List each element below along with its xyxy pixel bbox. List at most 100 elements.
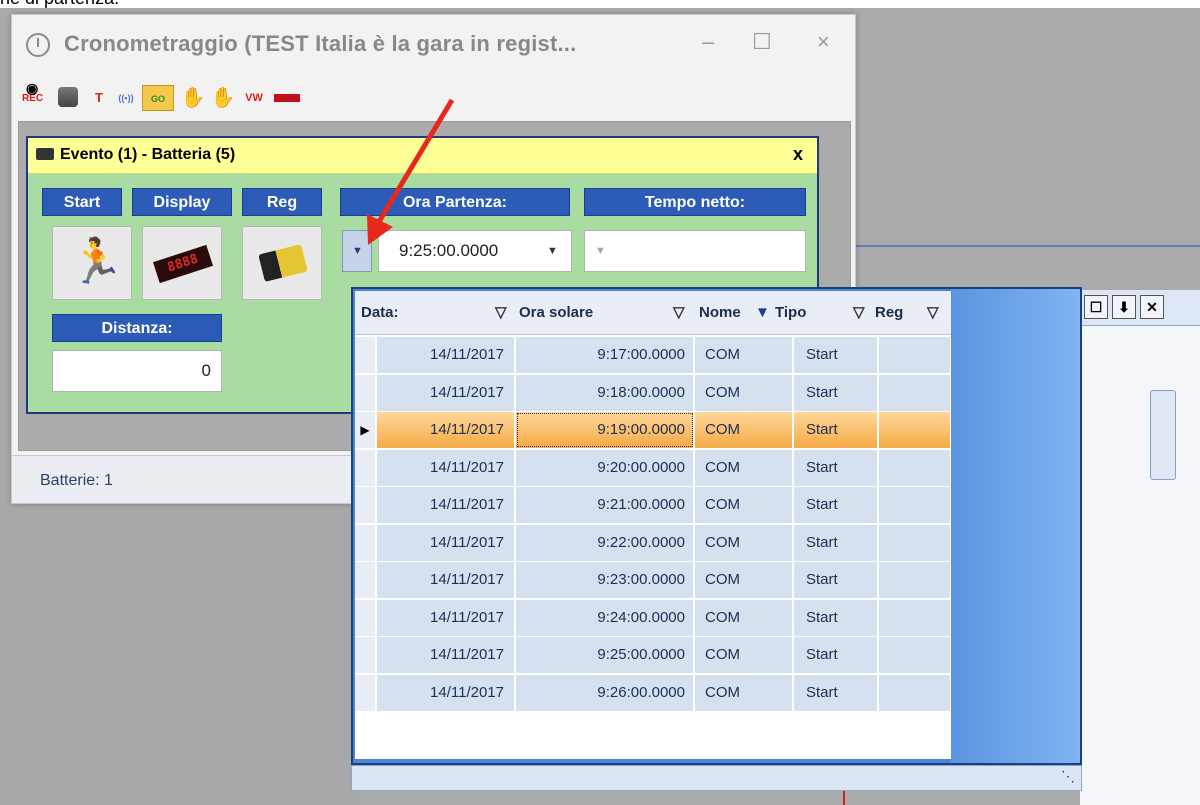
camera-go-button[interactable]: GO: [142, 85, 174, 111]
column-reg[interactable]: Reg: [875, 291, 903, 335]
column-tipo[interactable]: Tipo: [775, 291, 806, 335]
cell-nome[interactable]: COM: [695, 524, 793, 561]
cell-tipo[interactable]: Start: [794, 412, 878, 448]
row-indicator[interactable]: [355, 487, 375, 523]
cell-ora[interactable]: 9:21:00.0000: [516, 487, 694, 523]
cell-tipo[interactable]: Start: [794, 337, 878, 373]
start-button[interactable]: 🏃: [52, 226, 132, 300]
cell-reg[interactable]: [879, 637, 951, 673]
row-indicator[interactable]: [355, 337, 375, 373]
vw-button[interactable]: VW: [240, 85, 268, 111]
cell-ora[interactable]: 9:20:00.0000: [516, 449, 694, 486]
column-data[interactable]: Data:: [361, 291, 399, 335]
cell-data[interactable]: 14/11/2017: [377, 449, 515, 486]
cell-ora[interactable]: 9:19:00.0000: [516, 412, 694, 448]
table-row[interactable]: 14/11/2017 9:18:00.0000 COM Start: [355, 373, 951, 413]
distanza-field[interactable]: 0: [52, 350, 222, 392]
cell-tipo[interactable]: Start: [794, 674, 878, 711]
cell-data[interactable]: 14/11/2017: [377, 599, 515, 636]
cell-ora[interactable]: 9:18:00.0000: [516, 374, 694, 411]
event-titlebar[interactable]: Evento (1) - Batteria (5) x: [28, 138, 817, 174]
green-hand-button[interactable]: ✋: [180, 85, 206, 111]
cell-ora[interactable]: 9:26:00.0000: [516, 674, 694, 711]
cell-data[interactable]: 14/11/2017: [377, 562, 515, 598]
cell-nome[interactable]: COM: [695, 374, 793, 411]
cell-reg[interactable]: [879, 449, 951, 486]
row-indicator[interactable]: ▶: [355, 412, 375, 448]
panel-pin-button[interactable]: ⬇: [1112, 295, 1136, 319]
red-hand-button[interactable]: ✋: [210, 85, 236, 111]
row-indicator[interactable]: [355, 374, 375, 411]
reg-button[interactable]: [242, 226, 322, 300]
display-button[interactable]: 8888: [142, 226, 222, 300]
ora-partenza-dropdown-toggle[interactable]: ▼: [342, 230, 372, 272]
cell-tipo[interactable]: Start: [794, 374, 878, 411]
cell-nome[interactable]: COM: [695, 487, 793, 523]
row-indicator[interactable]: [355, 599, 375, 636]
cell-nome[interactable]: COM: [695, 637, 793, 673]
cell-data[interactable]: 14/11/2017: [377, 487, 515, 523]
panel-restore-button[interactable]: ☐: [1084, 295, 1108, 319]
cell-data[interactable]: 14/11/2017: [377, 337, 515, 373]
signal-button[interactable]: ((•)): [114, 85, 138, 111]
filter-icon[interactable]: ▽: [495, 291, 507, 335]
maximize-button[interactable]: ☐: [752, 29, 772, 55]
cell-reg[interactable]: [879, 337, 951, 373]
cell-nome[interactable]: COM: [695, 337, 793, 373]
cell-reg[interactable]: [879, 487, 951, 523]
minimize-button[interactable]: –: [702, 29, 714, 55]
cell-ora[interactable]: 9:24:00.0000: [516, 599, 694, 636]
tempo-netto-field[interactable]: ▼: [584, 230, 806, 272]
filter-icon[interactable]: ▽: [927, 291, 939, 335]
table-row[interactable]: 14/11/2017 9:25:00.0000 COM Start: [355, 635, 951, 675]
cell-tipo[interactable]: Start: [794, 487, 878, 523]
cell-ora[interactable]: 9:25:00.0000: [516, 637, 694, 673]
column-ora-solare[interactable]: Ora solare: [519, 291, 593, 335]
panel-close-button[interactable]: ✕: [1140, 295, 1164, 319]
close-button[interactable]: ×: [817, 29, 830, 55]
cell-reg[interactable]: [879, 374, 951, 411]
table-row[interactable]: 14/11/2017 9:24:00.0000 COM Start: [355, 598, 951, 638]
display-board-button[interactable]: [272, 85, 302, 111]
cell-tipo[interactable]: Start: [794, 449, 878, 486]
cell-nome[interactable]: COM: [695, 599, 793, 636]
row-indicator[interactable]: [355, 562, 375, 598]
cell-ora[interactable]: 9:23:00.0000: [516, 562, 694, 598]
cell-tipo[interactable]: Start: [794, 524, 878, 561]
table-row[interactable]: 14/11/2017 9:21:00.0000 COM Start: [355, 485, 951, 525]
chevron-down-icon[interactable]: ▼: [547, 245, 558, 257]
cell-reg[interactable]: [879, 412, 951, 448]
table-row[interactable]: 14/11/2017 9:23:00.0000 COM Start: [355, 560, 951, 600]
rec-button[interactable]: REC ◉: [20, 81, 48, 111]
column-nome[interactable]: Nome: [699, 291, 741, 335]
cell-tipo[interactable]: Start: [794, 599, 878, 636]
table-row[interactable]: 14/11/2017 9:26:00.0000 COM Start: [355, 673, 951, 713]
filter-icon[interactable]: ▽: [673, 291, 685, 335]
window-titlebar[interactable]: Cronometraggio (TEST Italia è la gara in…: [12, 15, 855, 77]
row-indicator[interactable]: [355, 449, 375, 486]
cell-tipo[interactable]: Start: [794, 637, 878, 673]
cell-data[interactable]: 14/11/2017: [377, 674, 515, 711]
resize-grip-icon[interactable]: ⋱: [1061, 768, 1075, 785]
cell-reg[interactable]: [879, 599, 951, 636]
row-indicator[interactable]: [355, 674, 375, 711]
filter-active-icon[interactable]: ▼: [755, 291, 770, 335]
cell-nome[interactable]: COM: [695, 412, 793, 448]
cell-nome[interactable]: COM: [695, 562, 793, 598]
cell-nome[interactable]: COM: [695, 449, 793, 486]
cell-ora[interactable]: 9:22:00.0000: [516, 524, 694, 561]
cell-reg[interactable]: [879, 562, 951, 598]
table-row[interactable]: ▶ 14/11/2017 9:19:00.0000 COM Start: [355, 410, 951, 450]
ora-partenza-field[interactable]: 9:25:00.0000 ▼: [378, 230, 572, 272]
cell-ora[interactable]: 9:17:00.0000: [516, 337, 694, 373]
cell-data[interactable]: 14/11/2017: [377, 524, 515, 561]
stop-rec-button[interactable]: [54, 85, 82, 111]
transponder-button[interactable]: T: [88, 85, 110, 111]
row-indicator[interactable]: [355, 524, 375, 561]
table-row[interactable]: 14/11/2017 9:17:00.0000 COM Start: [355, 335, 951, 375]
dropdown-resize-bar[interactable]: ⋱: [351, 765, 1082, 791]
panel-scrollbar[interactable]: [1150, 390, 1176, 480]
cell-data[interactable]: 14/11/2017: [377, 412, 515, 448]
cell-reg[interactable]: [879, 524, 951, 561]
cell-reg[interactable]: [879, 674, 951, 711]
